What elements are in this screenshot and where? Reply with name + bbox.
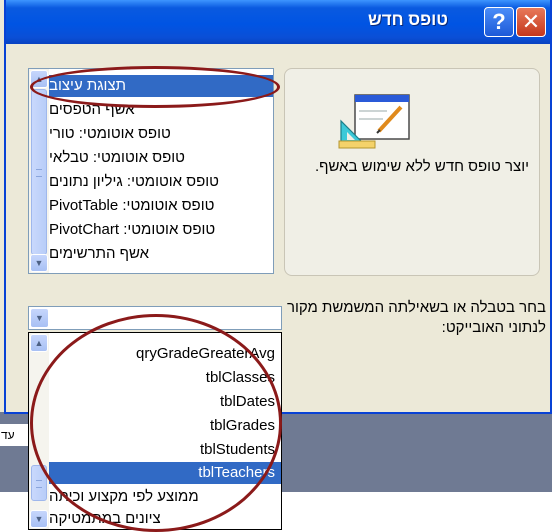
title-bar[interactable]: טופס חדש ? ✕: [6, 0, 550, 44]
form-type-item[interactable]: טופס אוטומטי: גיליון נתונים: [49, 171, 273, 193]
form-type-item[interactable]: אשף התרשימים: [49, 243, 273, 265]
chevron-up-icon[interactable]: ▲: [30, 334, 48, 352]
window-title: טופס חדש: [368, 10, 448, 29]
annotation-ellipse-design-view: [30, 66, 280, 108]
help-button[interactable]: ?: [484, 7, 514, 37]
close-button[interactable]: ✕: [516, 7, 546, 37]
chevron-down-icon[interactable]: ▼: [30, 308, 49, 328]
annotation-ellipse-source-list: [30, 314, 282, 532]
form-type-item[interactable]: טופס אוטומטי: טבלאי: [49, 147, 273, 169]
preview-description: יוצר טופס חדש ללא שימוש באשף.: [314, 158, 529, 175]
preview-panel: יוצר טופס חדש ללא שימוש באשף.: [284, 68, 540, 276]
chevron-down-icon[interactable]: ▼: [30, 510, 48, 528]
form-type-item[interactable]: טופס אוטומטי: PivotChart: [49, 219, 273, 241]
form-type-scrollbar[interactable]: ▲ ▼: [29, 69, 49, 273]
form-type-item[interactable]: טופס אוטומטי: טורי: [49, 123, 273, 145]
form-type-item[interactable]: טופס אוטומטי: PivotTable: [49, 195, 273, 217]
form-design-icon: [338, 94, 410, 149]
scroll-thumb[interactable]: [31, 89, 47, 255]
background-text-fragment: עד: [0, 424, 30, 446]
chevron-down-icon[interactable]: ▼: [30, 254, 48, 272]
source-label: בחר בטבלה או בשאילתה המשמשת מקור לנתוני …: [286, 299, 546, 336]
